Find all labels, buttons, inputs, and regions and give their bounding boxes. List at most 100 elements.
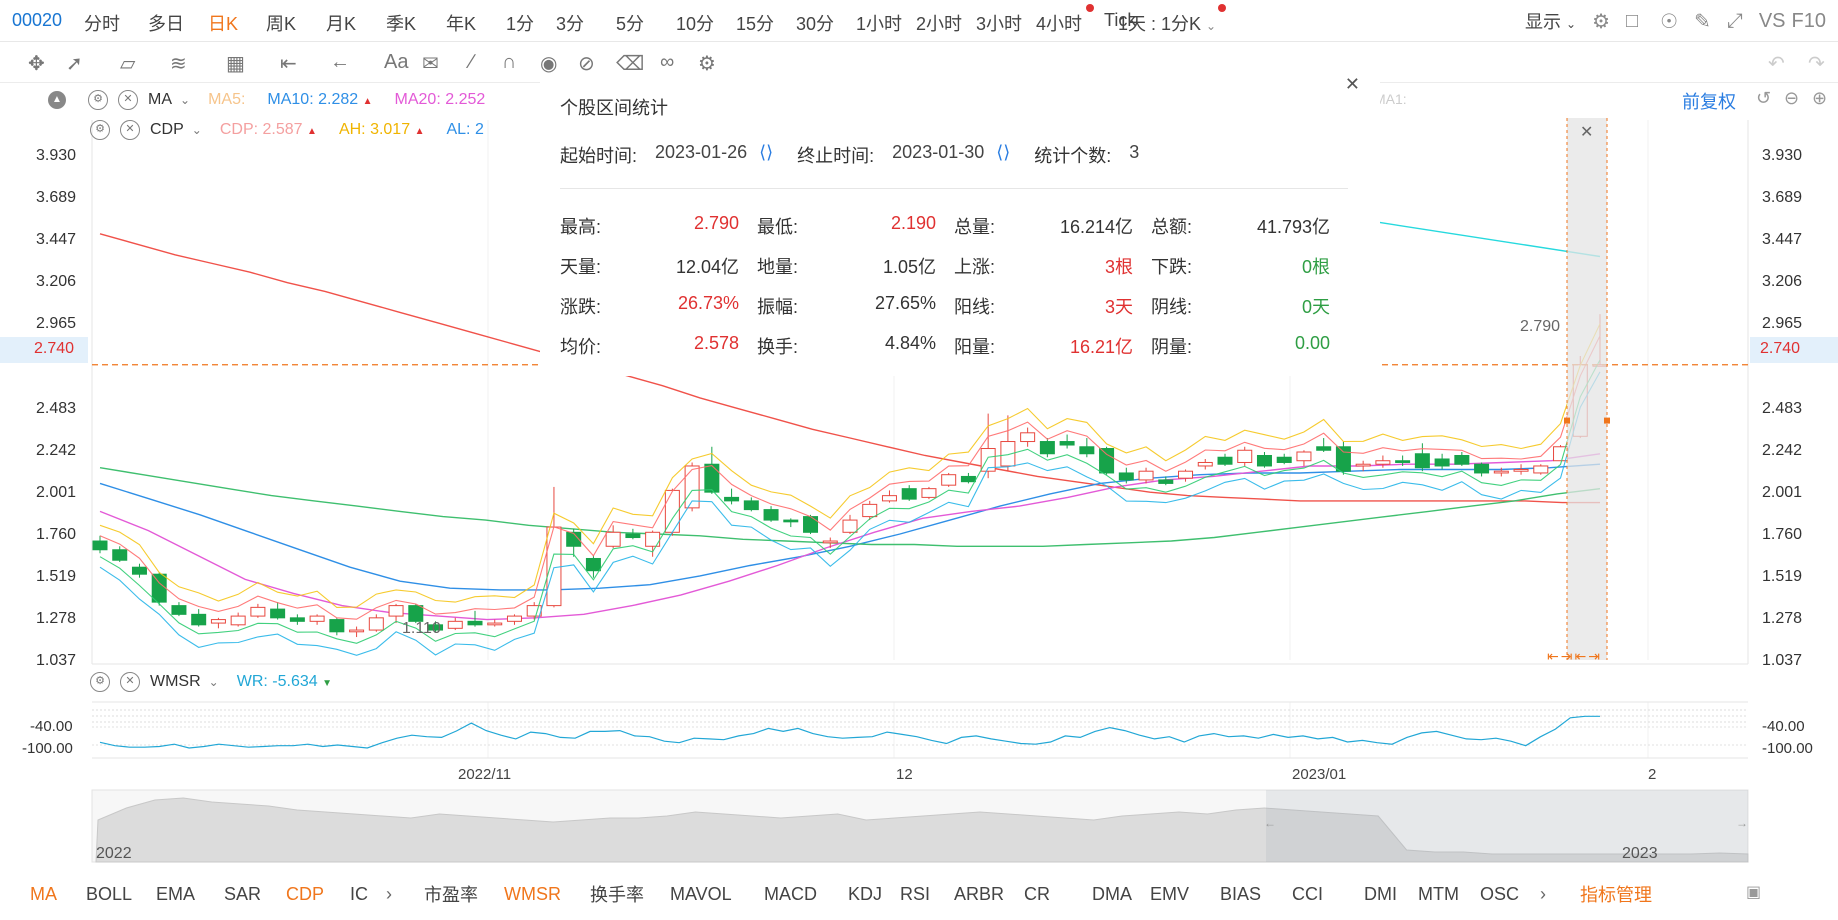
eye-icon[interactable]: ◉ — [540, 51, 557, 76]
end-adjust-icon[interactable]: ⟨⟩ — [996, 142, 1010, 168]
zoom-in-icon[interactable]: ⊕ — [1812, 88, 1827, 109]
link-icon[interactable]: ∞ — [660, 51, 674, 74]
indicator-7[interactable]: WMSR — [504, 884, 561, 905]
hide-icon[interactable]: ⊘ — [578, 51, 595, 76]
start-adjust-icon[interactable]: ⟨⟩ — [759, 142, 773, 168]
gear-icon[interactable]: ⚙ — [90, 120, 110, 140]
indicator-11[interactable]: KDJ — [848, 884, 882, 905]
period-tab-3[interactable]: 周K — [266, 10, 326, 36]
indicator-16[interactable]: EMV — [1150, 884, 1189, 905]
settings-icon[interactable]: ⚙ — [698, 51, 716, 76]
display-menu[interactable]: 显示 ⌄ — [1525, 8, 1576, 34]
ma-indicator-name[interactable]: MA — [148, 91, 172, 109]
period-tab-11[interactable]: 15分 — [736, 10, 796, 36]
period-tab-2[interactable]: 日K — [208, 10, 266, 36]
indicator-8[interactable]: 换手率 — [590, 881, 644, 907]
indicator-0[interactable]: MA — [30, 884, 57, 905]
indicator-1[interactable]: BOLL — [86, 884, 132, 905]
period-tab-0[interactable]: 分时 — [84, 10, 148, 36]
period-tab-16[interactable]: 4小时 — [1036, 10, 1104, 36]
zoom-out-icon[interactable]: ⊖ — [1784, 88, 1799, 109]
close-icon[interactable]: ✕ — [1345, 74, 1360, 95]
cdp-indicator-name[interactable]: CDP — [150, 121, 184, 139]
trash-icon[interactable]: ⌫ — [616, 51, 644, 76]
chevron-down-icon[interactable]: ⌄ — [209, 675, 219, 689]
end-value[interactable]: 2023-01-30 — [892, 142, 984, 168]
indicator-3[interactable]: SAR — [224, 884, 261, 905]
arrow-tool-icon[interactable]: ← — [330, 51, 350, 74]
navigator-left-handle[interactable]: ← — [1264, 816, 1276, 830]
magnet-icon[interactable]: ∩ — [502, 51, 516, 74]
chevron-right-icon[interactable]: › — [386, 884, 392, 905]
indicator-6[interactable]: 市盈率 — [424, 881, 478, 907]
top-right-tools: 显示 ⌄ ⚙ □ ☉ ✎ ⤢ VS F10 — [1525, 8, 1826, 34]
stats-key: 阴线: — [1151, 297, 1193, 317]
f10-button[interactable]: F10 — [1792, 10, 1826, 33]
indicator-20[interactable]: MTM — [1418, 884, 1459, 905]
period-tab-8[interactable]: 3分 — [556, 10, 616, 36]
indicator-21[interactable]: OSC — [1480, 884, 1519, 905]
redo-icon[interactable]: ↷ — [1808, 51, 1825, 76]
ruler-icon[interactable]: ∕ — [470, 51, 473, 74]
camera-icon[interactable]: ☉ — [1660, 9, 1678, 34]
indicator-17[interactable]: BIAS — [1220, 884, 1261, 905]
selection-close-icon[interactable]: ✕ — [1580, 122, 1593, 142]
period-tab-7[interactable]: 1分 — [506, 10, 556, 36]
period-tab-6[interactable]: 年K — [446, 10, 506, 36]
indicator-9[interactable]: MAVOL — [670, 884, 732, 905]
indicator-18[interactable]: CCI — [1292, 884, 1323, 905]
chevron-down-icon[interactable]: ⌄ — [180, 93, 190, 107]
gear-icon[interactable]: ⚙ — [88, 90, 108, 110]
comment-icon[interactable]: ✉ — [422, 51, 439, 76]
period-tab-1[interactable]: 多日 — [148, 10, 208, 36]
indicator-14[interactable]: CR — [1024, 884, 1050, 905]
undo-icon[interactable]: ↶ — [1768, 51, 1785, 76]
gear-icon[interactable]: ⚙ — [90, 672, 110, 692]
start-value[interactable]: 2023-01-26 — [655, 142, 747, 168]
pencil-icon[interactable]: ✎ — [1694, 9, 1711, 34]
measure-tool-icon[interactable]: ⇤ — [280, 51, 297, 76]
navigator-right-handle[interactable]: → — [1736, 816, 1748, 830]
fib-tool-icon[interactable]: ▦ — [226, 51, 245, 76]
chevron-down-icon[interactable]: ⌄ — [192, 123, 202, 137]
period-tab-12[interactable]: 30分 — [796, 10, 856, 36]
collapse-icon[interactable]: ⤢ — [1727, 10, 1743, 33]
period-tab-4[interactable]: 月K — [326, 10, 386, 36]
adjust-button[interactable]: 前复权 — [1682, 88, 1736, 114]
indicator-2[interactable]: EMA — [156, 884, 195, 905]
period-tab-10[interactable]: 10分 — [676, 10, 736, 36]
indicator-22[interactable]: 指标管理 — [1580, 881, 1652, 907]
channel-tool-icon[interactable]: ▱ — [120, 51, 135, 76]
interval-selector[interactable]: 1天 : 1分K ⌄ — [1118, 10, 1216, 36]
y-tick-left: 3.930 — [36, 147, 77, 164]
layout-icon[interactable]: □ — [1626, 10, 1638, 33]
wave-tool-icon[interactable]: ≋ — [170, 51, 187, 76]
vs-button[interactable]: VS — [1759, 10, 1786, 33]
indicator-13[interactable]: ARBR — [954, 884, 1004, 905]
reset-icon[interactable]: ↺ — [1756, 88, 1771, 109]
indicator-19[interactable]: DMI — [1364, 884, 1397, 905]
move-icon[interactable]: ✥ — [28, 51, 45, 76]
period-tab-5[interactable]: 季K — [386, 10, 446, 36]
cdp-band-line — [99, 371, 1601, 656]
close-icon[interactable]: ✕ — [118, 90, 138, 110]
text-tool-icon[interactable]: Aa — [384, 51, 408, 74]
indicator-4[interactable]: CDP — [286, 884, 324, 905]
selection-handles[interactable]: ⇤⇥⇤⇥ — [1547, 648, 1602, 665]
wmsr-indicator-name[interactable]: WMSR — [150, 673, 201, 691]
indicator-12[interactable]: RSI — [900, 884, 930, 905]
indicator-5[interactable]: IC — [350, 884, 368, 905]
gear-icon[interactable]: ⚙ — [1592, 9, 1610, 34]
period-tab-13[interactable]: 1小时 — [856, 10, 916, 36]
close-icon[interactable]: ✕ — [120, 120, 140, 140]
line-tool-icon[interactable]: ➚ — [66, 51, 83, 76]
chevron-right-icon[interactable]: › — [1540, 884, 1546, 905]
period-tab-15[interactable]: 3小时 — [976, 10, 1036, 36]
close-icon[interactable]: ✕ — [120, 672, 140, 692]
indicator-15[interactable]: DMA — [1092, 884, 1132, 905]
indicator-10[interactable]: MACD — [764, 884, 817, 905]
collapse-up-icon[interactable]: ▲ — [48, 91, 66, 109]
period-tab-14[interactable]: 2小时 — [916, 10, 976, 36]
stock-code[interactable]: 00020 — [12, 10, 62, 31]
period-tab-9[interactable]: 5分 — [616, 10, 676, 36]
